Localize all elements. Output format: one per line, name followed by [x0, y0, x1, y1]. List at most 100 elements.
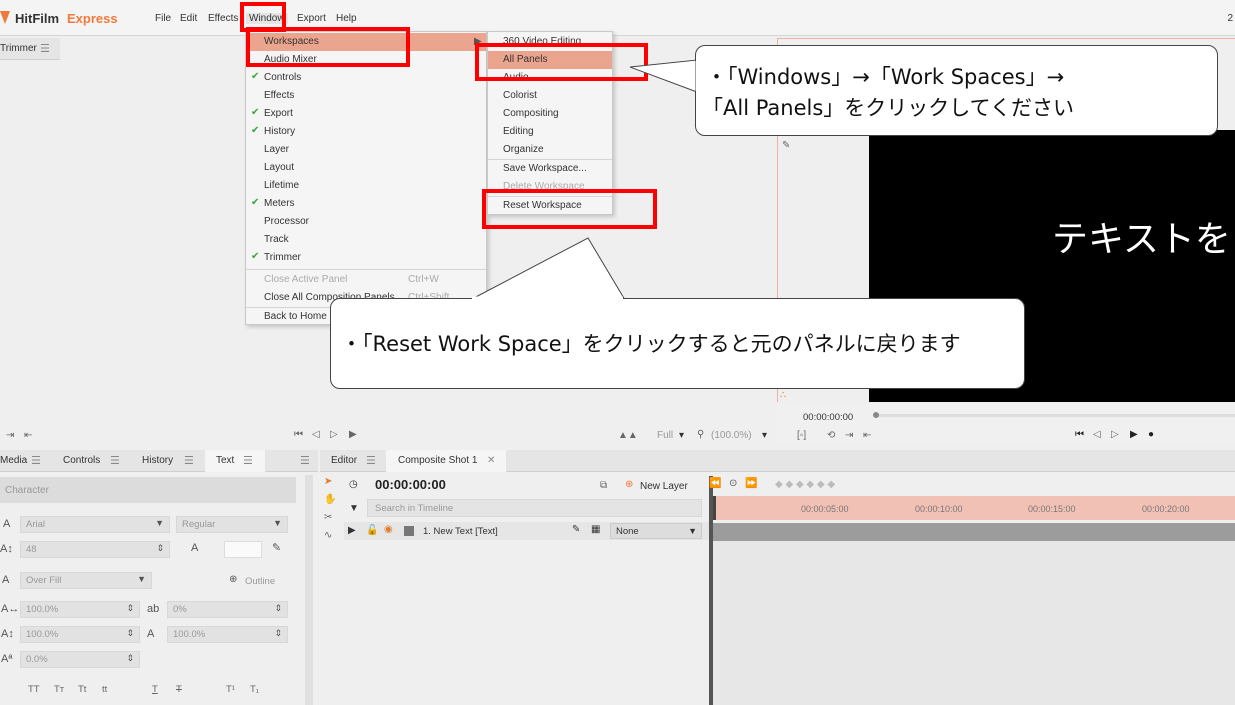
razor-tool-icon[interactable]: ✂ [324, 512, 332, 523]
chevron-down-icon[interactable]: ▾ [762, 430, 767, 441]
expand-icon[interactable]: ▶ [348, 525, 356, 536]
font-select[interactable]: Arial ▼ [20, 516, 170, 533]
go-start-icon[interactable]: ⏮ [1075, 429, 1084, 440]
play-icon[interactable]: ▶ [349, 429, 357, 440]
step-back-icon[interactable]: ◁ [312, 429, 320, 440]
panel-menu-icon[interactable]: ☰ [300, 454, 310, 467]
tab-controls[interactable]: Controls [63, 455, 100, 466]
layer-name[interactable]: 1. New Text [Text] [423, 526, 498, 537]
zoom-select[interactable]: (100.0%) [711, 430, 752, 441]
target-icon[interactable]: ⊙ [729, 478, 737, 489]
window-menu-export[interactable]: ✔ Export [246, 105, 486, 123]
window-menu-processor[interactable]: Processor [246, 213, 486, 231]
window-menu-meters[interactable]: ✔ Meters [246, 195, 486, 213]
zoom-icon[interactable]: ⚲ [697, 429, 704, 440]
menu-edit[interactable]: Edit [180, 13, 197, 24]
close-icon[interactable]: ✕ [487, 455, 495, 466]
panel-menu-icon[interactable]: ☰ [31, 454, 41, 467]
window-menu-layout[interactable]: Layout [246, 159, 486, 177]
baseline-shift-field[interactable]: 0.0% ⇕ [20, 651, 140, 668]
panel-menu-icon[interactable]: ☰ [40, 42, 50, 55]
workspace-save[interactable]: Save Workspace... [488, 160, 612, 178]
window-menu-history[interactable]: ✔ History [246, 123, 486, 141]
window-menu-lifetime[interactable]: Lifetime [246, 177, 486, 195]
window-menu-controls[interactable]: ✔ Controls [246, 69, 486, 87]
workspace-editing[interactable]: Editing [488, 123, 612, 141]
export-in-icon[interactable]: ⇥ [6, 430, 14, 441]
window-menu-effects[interactable]: Effects [246, 87, 486, 105]
tab-trimmer[interactable]: Trimmer [0, 43, 37, 54]
window-menu-track[interactable]: Track [246, 231, 486, 249]
viewer-scrubber[interactable] [874, 414, 1235, 417]
view-options-icon[interactable]: ▲▲ [618, 430, 638, 441]
workspace-organize[interactable]: Organize [488, 141, 612, 159]
export-out-icon[interactable]: ⇤ [863, 430, 871, 441]
go-start-icon[interactable]: ⏮ [294, 429, 303, 440]
small-caps-button[interactable]: Tт [54, 684, 64, 695]
character-section-header[interactable]: Character [0, 477, 296, 503]
tab-text[interactable]: Text [216, 455, 234, 466]
fill-color-swatch[interactable] [224, 541, 262, 558]
panel-menu-icon[interactable]: ☰ [366, 454, 376, 467]
marker-icon[interactable]: ◆ ◆ ◆ ◆ ◆ ◆ [775, 479, 835, 490]
timeline-track-area[interactable] [713, 541, 1235, 705]
step-forward-icon[interactable]: ▷ [1111, 429, 1119, 440]
font-size-field[interactable]: 48 ⇕ [20, 541, 170, 558]
play-icon[interactable]: ▶ [1130, 429, 1138, 440]
window-menu-layer[interactable]: Layer [246, 141, 486, 159]
workspace-colorist[interactable]: Colorist [488, 87, 612, 105]
vertical-scrollbar[interactable] [305, 475, 313, 705]
export-in-icon[interactable]: ⇥ [845, 430, 853, 441]
all-caps-button[interactable]: TT [28, 684, 40, 695]
export-out-icon[interactable]: ⇤ [24, 430, 32, 441]
window-menu-trimmer[interactable]: ✔ Trimmer [246, 249, 486, 267]
snapshot-icon[interactable]: [◦] [797, 430, 806, 441]
horizontal-scale-field[interactable]: 100.0% ⇕ [20, 601, 140, 618]
pen-icon[interactable]: ✎ [782, 140, 790, 151]
add-icon[interactable]: ⊕ [229, 574, 237, 585]
underline-button[interactable]: T [152, 684, 158, 695]
visibility-icon[interactable]: ◉ [384, 524, 393, 535]
edit-text-icon[interactable]: ✎ [572, 524, 580, 535]
timeline-timecode[interactable]: 00:00:00:00 [375, 477, 446, 492]
kerning-field[interactable]: 100.0% ⇕ [167, 626, 288, 643]
step-back-icon[interactable]: ◁ [1093, 429, 1101, 440]
slip-tool-icon[interactable]: ∿ [324, 530, 332, 541]
lock-icon[interactable]: 🔓 [366, 525, 378, 536]
timeline-search-input[interactable]: Search in Timeline [367, 499, 702, 517]
panel-menu-icon[interactable]: ☰ [184, 454, 194, 467]
prev-keyframe-icon[interactable]: ⏪ [709, 478, 721, 489]
window-menu-close-active[interactable]: Close Active Panel Ctrl+W [246, 271, 486, 289]
composite-icon[interactable]: ⧉ [600, 480, 607, 491]
step-forward-icon[interactable]: ▷ [330, 429, 338, 440]
vertical-scale-field[interactable]: 100.0% ⇕ [20, 626, 140, 643]
title-case-button[interactable]: Tt [78, 684, 86, 695]
eyedropper-icon[interactable]: ✎ [272, 541, 281, 554]
tab-media[interactable]: Media [0, 455, 27, 466]
loop-icon[interactable]: ⟲ [827, 430, 835, 441]
menu-effects[interactable]: Effects [208, 13, 238, 24]
panel-menu-icon[interactable]: ☰ [110, 454, 120, 467]
chevron-down-icon[interactable]: ▾ [679, 430, 684, 441]
menu-help[interactable]: Help [336, 13, 357, 24]
tracking-field[interactable]: 0% ⇕ [167, 601, 288, 618]
playhead-handle[interactable] [873, 412, 879, 418]
workspace-compositing[interactable]: Compositing [488, 105, 612, 123]
font-style-select[interactable]: Regular ▼ [176, 516, 288, 533]
next-keyframe-icon[interactable]: ⏩ [745, 478, 757, 489]
tab-text-active[interactable] [205, 450, 265, 472]
fill-mode-select[interactable]: Over Fill ▼ [20, 572, 152, 589]
lowercase-button[interactable]: tt [102, 684, 107, 695]
quality-select[interactable]: Full [657, 430, 673, 441]
layer-track-bar[interactable] [713, 523, 1235, 541]
menu-file[interactable]: File [155, 13, 171, 24]
strikethrough-button[interactable]: T [176, 684, 182, 695]
panel-menu-icon[interactable]: ☰ [243, 454, 253, 467]
new-layer-button[interactable]: New Layer [640, 481, 688, 492]
select-tool-icon[interactable]: ➤ [324, 476, 332, 487]
timeline-ruler[interactable]: 00:00:05:00 00:00:10:00 00:00:15:00 00:0… [713, 496, 1235, 520]
subscript-button[interactable]: T₁ [250, 684, 259, 695]
mask-icon[interactable]: ▦ [591, 524, 600, 535]
outline-button[interactable]: Outline [245, 576, 275, 587]
layer-row[interactable]: ▶ 🔓 ◉ 1. New Text [Text] ✎ ▦ None ▼ [344, 522, 709, 540]
